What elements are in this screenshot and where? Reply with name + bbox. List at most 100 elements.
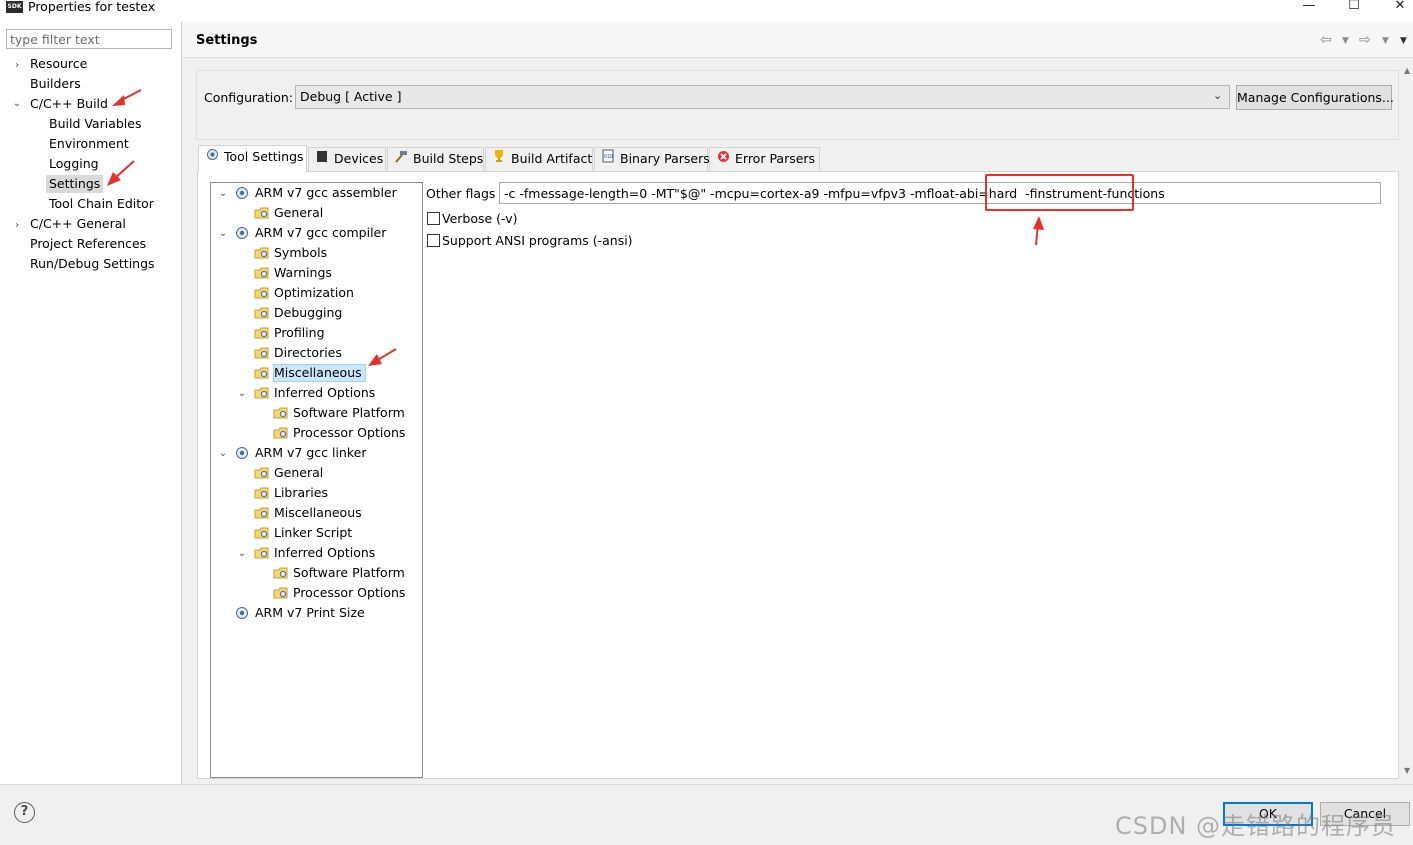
tab-devices[interactable]: Devices bbox=[308, 147, 386, 171]
nav-item-cpp-general[interactable]: C/C++ General bbox=[30, 215, 126, 233]
tab-label: Error Parsers bbox=[735, 151, 816, 166]
nav-item-settings[interactable]: Settings bbox=[46, 175, 104, 193]
option-folder-icon bbox=[254, 306, 269, 320]
nav-item-logging[interactable]: Logging bbox=[49, 155, 99, 173]
tab-tool-settings[interactable]: Tool Settings bbox=[198, 145, 307, 172]
tree-item-compiler-miscellaneous[interactable]: Miscellaneous bbox=[273, 364, 366, 382]
watermark: CSDN @走错路的程序员 bbox=[1115, 812, 1397, 840]
tab-label: Devices bbox=[334, 151, 384, 166]
configuration-label: Configuration: bbox=[204, 90, 293, 105]
tree-item-warnings[interactable]: Warnings bbox=[274, 264, 332, 282]
option-folder-icon bbox=[273, 586, 288, 600]
chevron-down-icon[interactable]: ⌄ bbox=[237, 389, 247, 399]
tree-item-assembler-general[interactable]: General bbox=[274, 204, 323, 222]
scroll-up-icon[interactable]: ▲ bbox=[1404, 66, 1410, 75]
tab-build-steps[interactable]: Build Steps bbox=[387, 147, 484, 171]
nav-item-project-references[interactable]: Project References bbox=[30, 235, 146, 253]
tree-item-linker-processor-options[interactable]: Processor Options bbox=[293, 584, 405, 602]
other-flags-input[interactable] bbox=[499, 182, 1381, 204]
option-folder-icon bbox=[254, 266, 269, 280]
tree-item-symbols[interactable]: Symbols bbox=[274, 244, 327, 262]
chevron-down-icon[interactable]: ⌄ bbox=[218, 229, 228, 239]
chevron-down-icon[interactable]: ⌄ bbox=[237, 549, 247, 559]
back-arrow-icon[interactable]: ⇦ bbox=[1320, 32, 1332, 48]
help-icon[interactable]: ? bbox=[14, 802, 35, 823]
chevron-right-icon[interactable]: › bbox=[12, 221, 22, 231]
option-folder-icon bbox=[273, 566, 288, 580]
nav-item-builders[interactable]: Builders bbox=[30, 75, 81, 93]
view-menu-icon[interactable]: ▼ bbox=[1400, 36, 1407, 46]
nav-item-resource[interactable]: Resource bbox=[30, 55, 87, 73]
svg-text:010: 010 bbox=[604, 154, 613, 160]
chevron-down-icon[interactable]: ⌄ bbox=[218, 189, 228, 199]
tree-item-optimization[interactable]: Optimization bbox=[274, 284, 354, 302]
option-folder-icon bbox=[254, 246, 269, 260]
forward-menu-icon[interactable]: ▼ bbox=[1382, 36, 1389, 46]
verbose-checkbox[interactable] bbox=[427, 212, 440, 225]
chevron-down-icon[interactable]: ⌄ bbox=[12, 99, 22, 109]
forward-arrow-icon[interactable]: ⇨ bbox=[1359, 32, 1371, 48]
page-header bbox=[183, 22, 1413, 58]
error-icon bbox=[716, 148, 730, 170]
tree-item-profiling[interactable]: Profiling bbox=[274, 324, 325, 342]
option-folder-icon bbox=[254, 546, 269, 560]
hammer-icon bbox=[394, 148, 408, 170]
other-flags-label: Other flags bbox=[426, 186, 496, 201]
tab-error-parsers[interactable]: Error Parsers bbox=[709, 147, 820, 171]
chevron-down-icon[interactable]: ⌄ bbox=[1213, 89, 1222, 102]
back-menu-icon[interactable]: ▼ bbox=[1342, 36, 1349, 46]
tree-item-compiler-inferred-options[interactable]: Inferred Options bbox=[274, 384, 375, 402]
option-folder-icon bbox=[254, 486, 269, 500]
tree-item-debugging[interactable]: Debugging bbox=[274, 304, 342, 322]
page-title: Settings bbox=[196, 33, 258, 48]
tree-item-compiler-processor-options[interactable]: Processor Options bbox=[293, 424, 405, 442]
tree-item-linker-miscellaneous[interactable]: Miscellaneous bbox=[274, 504, 362, 522]
red-arrow-icon bbox=[112, 89, 142, 106]
tab-label: Tool Settings bbox=[224, 149, 304, 164]
option-folder-icon bbox=[254, 526, 269, 540]
tool-gear-icon bbox=[235, 446, 249, 460]
tab-binary-parsers[interactable]: 010 Binary Parsers bbox=[594, 147, 710, 171]
tree-item-compiler-software-platform[interactable]: Software Platform bbox=[293, 404, 405, 422]
minimize-button[interactable]: — bbox=[1286, 0, 1332, 14]
tool-gear-icon bbox=[235, 606, 249, 620]
tree-item-arm-assembler[interactable]: ARM v7 gcc assembler bbox=[255, 184, 397, 202]
option-folder-icon bbox=[254, 366, 269, 380]
binary-icon: 010 bbox=[601, 148, 615, 170]
filter-input[interactable] bbox=[6, 29, 172, 49]
close-button[interactable]: ✕ bbox=[1377, 0, 1413, 14]
option-folder-icon bbox=[254, 386, 269, 400]
scroll-down-icon[interactable]: ▼ bbox=[1404, 766, 1410, 775]
tree-item-linker-software-platform[interactable]: Software Platform bbox=[293, 564, 405, 582]
tree-item-linker-script[interactable]: Linker Script bbox=[274, 524, 352, 542]
nav-item-tool-chain-editor[interactable]: Tool Chain Editor bbox=[49, 195, 154, 213]
chevron-right-icon[interactable]: › bbox=[12, 61, 22, 71]
tab-label: Build Steps bbox=[413, 151, 484, 166]
maximize-button[interactable]: ☐ bbox=[1331, 0, 1377, 14]
ansi-checkbox[interactable] bbox=[427, 234, 440, 247]
configuration-select[interactable]: Debug [ Active ] bbox=[295, 85, 1230, 109]
tree-item-libraries[interactable]: Libraries bbox=[274, 484, 328, 502]
highlight-box bbox=[985, 174, 1134, 211]
ansi-label: Support ANSI programs (-ansi) bbox=[442, 233, 633, 248]
nav-item-environment[interactable]: Environment bbox=[49, 135, 129, 153]
chevron-down-icon[interactable]: ⌄ bbox=[218, 449, 228, 459]
nav-item-run-debug-settings[interactable]: Run/Debug Settings bbox=[30, 255, 155, 273]
tool-gear-icon bbox=[235, 186, 249, 200]
scrollbar[interactable] bbox=[1401, 58, 1413, 780]
tab-label: Build Artifact bbox=[511, 151, 593, 166]
tree-item-arm-linker[interactable]: ARM v7 gcc linker bbox=[255, 444, 366, 462]
tool-gear-icon bbox=[235, 226, 249, 240]
tree-item-arm-compiler[interactable]: ARM v7 gcc compiler bbox=[255, 224, 386, 242]
nav-item-build-variables[interactable]: Build Variables bbox=[49, 115, 141, 133]
manage-configurations-button[interactable]: Manage Configurations... bbox=[1236, 85, 1394, 110]
tree-item-directories[interactable]: Directories bbox=[274, 344, 342, 362]
option-folder-icon bbox=[254, 506, 269, 520]
nav-item-cpp-build[interactable]: C/C++ Build bbox=[30, 95, 108, 113]
tree-item-linker-inferred-options[interactable]: Inferred Options bbox=[274, 544, 375, 562]
tree-item-linker-general[interactable]: General bbox=[274, 464, 323, 482]
red-arrow-icon bbox=[1033, 216, 1044, 246]
tab-build-artifact[interactable]: Build Artifact bbox=[485, 147, 593, 171]
tree-item-arm-print-size[interactable]: ARM v7 Print Size bbox=[255, 604, 365, 622]
red-arrow-icon bbox=[368, 348, 397, 366]
